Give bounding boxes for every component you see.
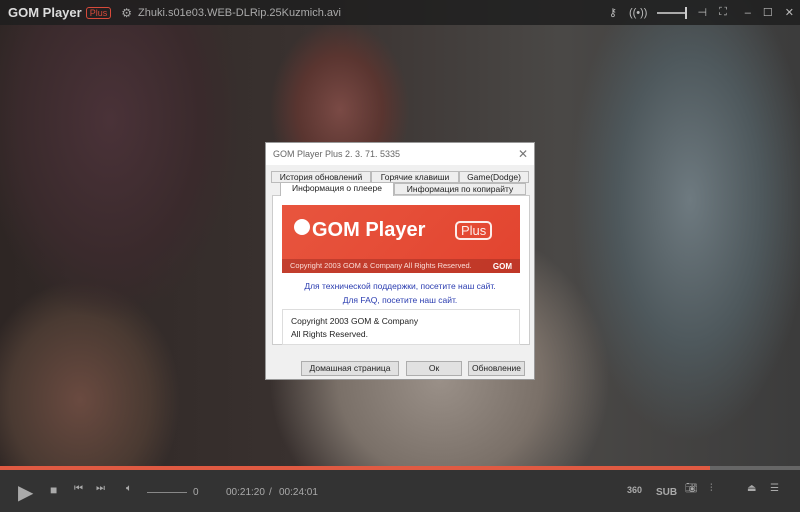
gom-footprint-icon xyxy=(294,219,310,235)
next-icon[interactable]: ⏭ xyxy=(96,483,105,494)
fullscreen-icon[interactable]: ⛶ xyxy=(719,6,727,19)
key-icon[interactable]: ⚷ xyxy=(609,6,617,19)
dialog-close-icon[interactable]: ✕ xyxy=(518,147,528,161)
title-bar: GOM Player Plus ⚙ Zhuki.s01e03.WEB-DLRip… xyxy=(0,0,800,25)
previous-icon[interactable]: ⏮ xyxy=(74,483,83,494)
tab-game-dodge[interactable]: Game(Dodge) xyxy=(459,171,529,183)
update-button[interactable]: Обновление xyxy=(468,361,525,376)
banner-title: GOM Player xyxy=(312,219,426,241)
app-logo: GOM Player xyxy=(8,5,82,20)
about-dialog: GOM Player Plus 2. 3. 71. 5335 ✕ История… xyxy=(265,142,535,380)
close-icon[interactable]: ✕ xyxy=(785,6,794,19)
subtitle-button[interactable]: SUB xyxy=(656,487,677,498)
camera-icon[interactable]: 📷︎ xyxy=(685,483,698,494)
banner-copyright: Copyright 2003 GOM & Company All Rights … xyxy=(282,259,520,273)
playlist-icon[interactable]: ☰ xyxy=(770,483,779,494)
file-name: Zhuki.s01e03.WEB-DLRip.25Kuzmich.avi xyxy=(137,6,341,19)
banner-brand: GOM xyxy=(492,262,512,271)
play-icon[interactable]: ▶ xyxy=(18,480,33,505)
tab-player-info[interactable]: Информация о плеере xyxy=(280,182,394,196)
volume-icon[interactable]: 🔈︎ xyxy=(126,483,132,494)
broadcast-icon[interactable]: ((•)) xyxy=(629,7,648,19)
copyright-line: Copyright 2003 GOM & Company xyxy=(291,316,419,326)
volume-value: 0 xyxy=(193,487,199,498)
home-page-button[interactable]: Домашная страница xyxy=(301,361,399,376)
maximize-icon[interactable]: ☐ xyxy=(763,6,773,19)
gom-banner: GOM Player Plus Copyright 2003 GOM & Com… xyxy=(282,205,520,273)
equalizer-icon[interactable]: ⫶ xyxy=(710,483,713,494)
faq-link[interactable]: Для FAQ, посетите наш сайт. xyxy=(266,295,534,305)
banner-plus-badge: Plus xyxy=(455,221,493,240)
volume-slider[interactable] xyxy=(147,492,187,493)
volume-slider[interactable] xyxy=(657,6,688,19)
copyright-box: Copyright 2003 GOM & Company All Rights … xyxy=(282,309,520,345)
vr-360-button[interactable]: 360 xyxy=(627,485,642,495)
control-bar: ▶ ■ ⏮ ⏭ 🔈︎ 0 00:21:20 / 00:24:01 360 SUB… xyxy=(0,470,800,512)
minimize-icon[interactable]: – xyxy=(745,7,751,19)
copyright-line: All Rights Reserved. xyxy=(291,329,369,339)
eject-icon[interactable]: ⏏ xyxy=(747,483,756,494)
stop-icon[interactable]: ■ xyxy=(50,483,57,497)
time-separator: / xyxy=(269,487,272,498)
dialog-title: GOM Player Plus 2. 3. 71. 5335 xyxy=(266,143,534,165)
tab-copyright-info[interactable]: Информация по копирайту xyxy=(394,183,526,195)
total-time: 00:24:01 xyxy=(279,487,318,498)
ok-button[interactable]: Ок xyxy=(406,361,462,376)
gear-icon[interactable]: ⚙ xyxy=(121,6,132,20)
pin-icon[interactable]: ⊣ xyxy=(697,6,707,19)
current-time: 00:21:20 xyxy=(226,487,265,498)
support-link[interactable]: Для технической поддержки, посетите наш … xyxy=(266,281,534,291)
plus-badge: Plus xyxy=(85,6,112,19)
